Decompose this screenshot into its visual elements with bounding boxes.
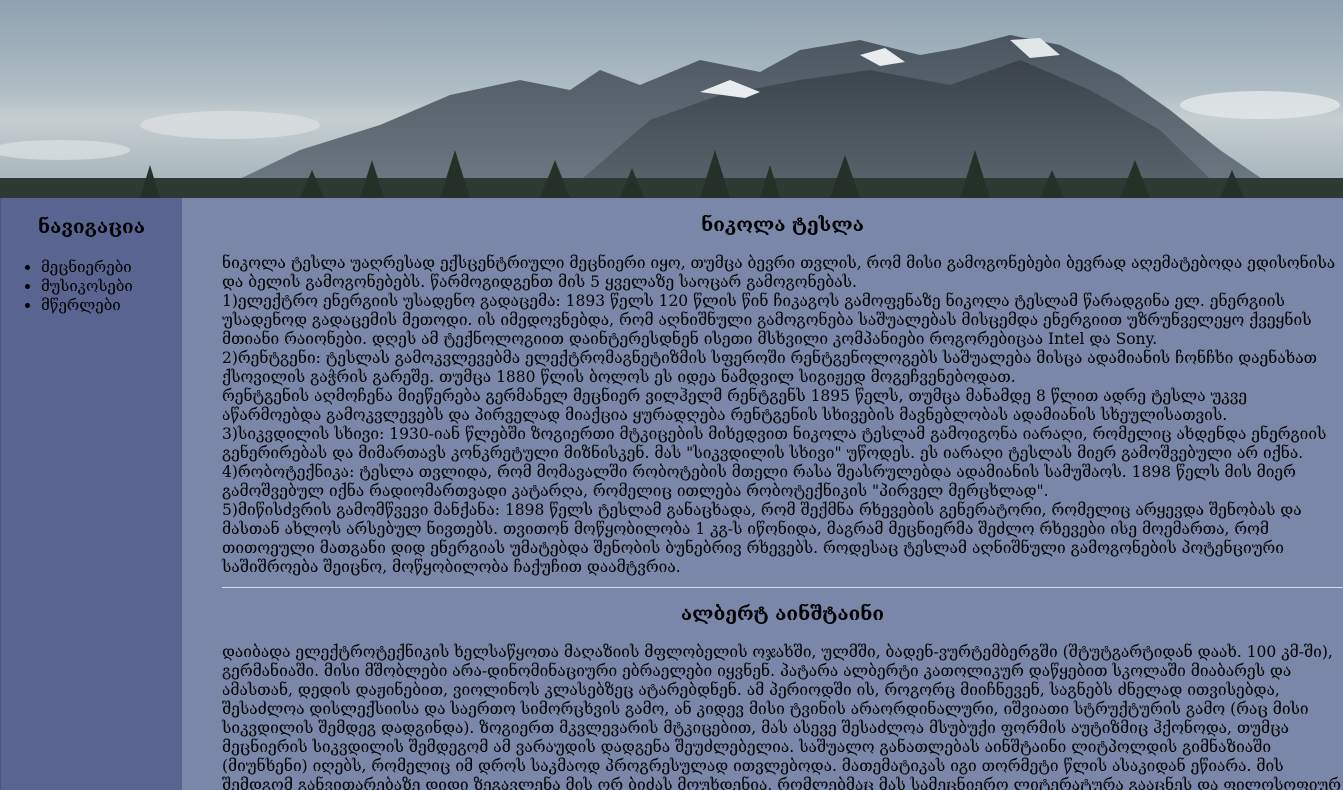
nav-link-writers[interactable]: მწერლები — [41, 296, 121, 314]
nav-item-musicians: მუსიკოსები — [41, 277, 182, 296]
article-paragraph: 2)რენტგენი: ტესლას გამოკვლევებმა ელექტრო… — [222, 349, 1317, 386]
sidebar-nav: ნავიგაცია მეცნიერები მუსიკოსები მწერლები — [0, 198, 182, 790]
article-paragraph: ნიკოლა ტესლა უაღრესად ექსცენტრიული მეცნი… — [222, 254, 1336, 291]
header-banner — [0, 0, 1343, 198]
article-paragraph: 5)მიწისძვრის გამომწვევი მანქანა: 1898 წე… — [222, 501, 1302, 576]
article-paragraph: 4)რობოტექნიკა: ტესლა თვლიდა, რომ მომავალ… — [222, 463, 1296, 500]
nav-item-writers: მწერლები — [41, 296, 182, 315]
nav-list: მეცნიერები მუსიკოსები მწერლები — [1, 258, 182, 315]
article-einstein: ალბერტ აინშტაინი დაიბადა ელექტროტექნიკის… — [222, 605, 1343, 790]
sidebar-title: ნავიგაცია — [37, 216, 145, 238]
main-content: ნიკოლა ტესლა ნიკოლა ტესლა უაღრესად ექსცე… — [182, 198, 1343, 790]
article-paragraph: რენტგენის აღმოჩენა მიეწერება გერმანელ მე… — [222, 387, 1248, 424]
article-paragraph: დაიბადა ელექტროტექნიკის ხელსაწყოთა მაღაზ… — [222, 643, 1342, 790]
nav-link-musicians[interactable]: მუსიკოსები — [41, 277, 133, 295]
article-title: ალბერტ აინშტაინი — [680, 603, 885, 625]
article-divider — [222, 587, 1343, 588]
article-paragraph: 1)ელექტრო ენერგიის უსადენო გადაცემა: 189… — [222, 292, 1312, 348]
article-title: ნიკოლა ტესლა — [701, 214, 864, 236]
article-tesla: ნიკოლა ტესლა ნიკოლა ტესლა უაღრესად ექსცე… — [222, 216, 1343, 577]
mountain-landscape-image — [0, 35, 1343, 198]
nav-link-scientists[interactable]: მეცნიერები — [41, 258, 132, 276]
article-paragraph: 3)სიკვდილის სხივი: 1930-იან წლებში ზოგიე… — [222, 425, 1327, 462]
nav-item-scientists: მეცნიერები — [41, 258, 182, 277]
